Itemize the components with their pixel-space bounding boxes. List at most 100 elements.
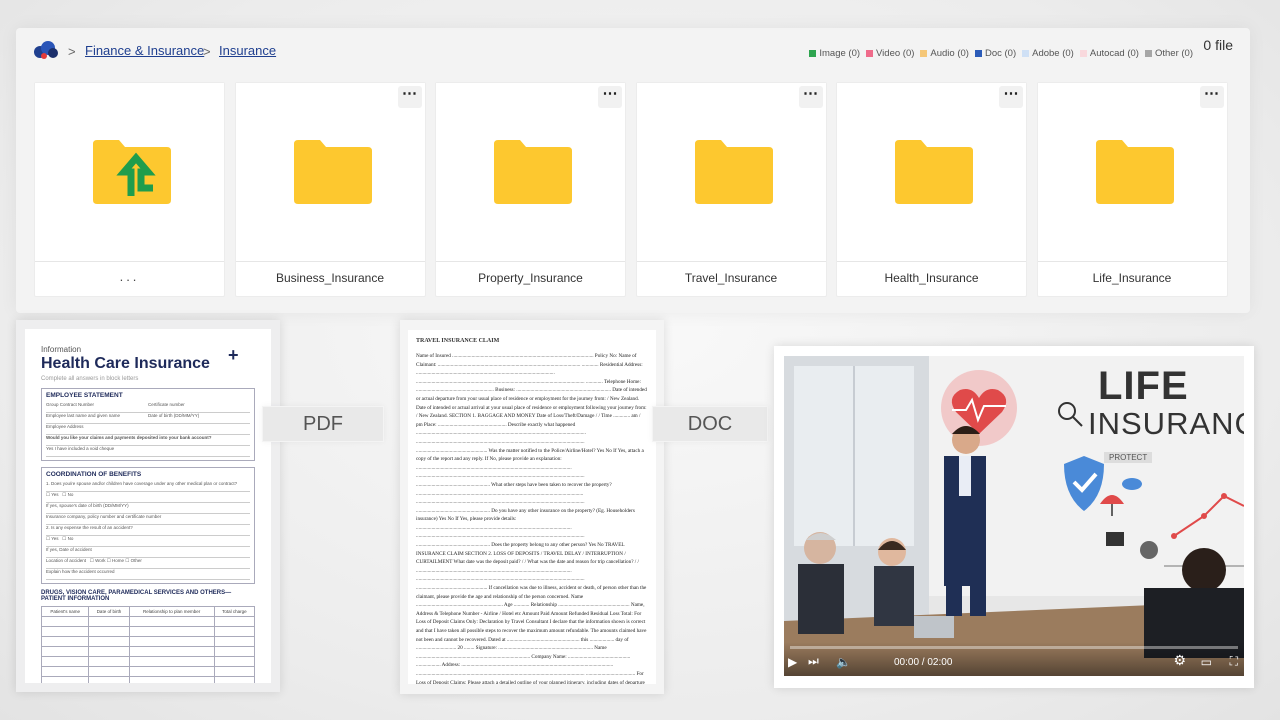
legend-item: Other (0) (1144, 48, 1193, 59)
tile-thumbnail (436, 83, 625, 261)
tile-thumbnail (636, 83, 826, 261)
legend-item: Adobe (0) (1022, 48, 1074, 59)
folder-icon (293, 140, 372, 204)
pdf-field: If yes, spouse's date of birth (DD/MM/YY… (46, 503, 250, 514)
more-options-icon[interactable]: ⋯ (999, 86, 1023, 108)
breadcrumb-insurance[interactable]: Insurance (219, 43, 276, 58)
play-icon[interactable]: ▶ (788, 655, 797, 669)
legend-swatch (809, 50, 817, 57)
pdf-field: Group Contract Number Certificate number (46, 402, 250, 413)
tile-thumbnail (35, 83, 224, 261)
doc-title: TRAVEL INSURANCE CLAIM (416, 338, 500, 344)
more-options-icon[interactable]: ⋯ (798, 86, 823, 108)
more-options-icon[interactable]: ⋯ (598, 86, 622, 108)
legend-item: Autocad (0) (1079, 48, 1139, 59)
video-controls: ▶ ⏭ 🔈 00:00 / 02:00 ⚙ ▭ ⛶ (784, 642, 1244, 676)
breadcrumb-finance-insurance[interactable]: Finance & Insurance (85, 43, 204, 58)
parent-folder-tile[interactable]: ... (34, 82, 225, 297)
pdf-employee-section: EMPLOYEE STATEMENT Group Contract Number… (41, 388, 255, 461)
pdf-field: Location of accident ☐ Work ☐ Home ☐ Oth… (46, 558, 250, 569)
video-tag-protect: PROTECT (1104, 452, 1153, 463)
pdf-option: ☐ Yes ☐ No (46, 536, 250, 547)
video-time: 00:00 / 02:00 (894, 657, 953, 668)
legend-label: Image (0) (819, 48, 861, 59)
legend-item: Audio (0) (920, 48, 969, 59)
folder-icon (494, 140, 572, 204)
folder-name: Property_Insurance (478, 271, 583, 285)
folder-tile[interactable]: ⋯ Life_Insurance (1036, 82, 1228, 297)
doc-preview-card[interactable]: TRAVEL INSURANCE CLAIM Name of Insured .… (400, 320, 664, 694)
pdf-section-heading: COORDINATION OF BENEFITS (46, 471, 142, 478)
settings-icon[interactable]: ⚙ (1173, 652, 1186, 669)
legend-item: Image (0) (809, 48, 860, 59)
video-progress-bar[interactable] (790, 646, 1238, 649)
table-header: Patient's name (40, 606, 90, 617)
volume-icon[interactable]: 🔈 (836, 655, 851, 669)
legend-swatch (866, 50, 874, 57)
pdf-field: If yes, Date of accident (46, 547, 250, 558)
tile-divider (636, 261, 826, 262)
toolbar: > Finance & Insurance > Insurance Image … (16, 28, 1250, 76)
app-logo-icon[interactable] (33, 40, 59, 60)
video-player[interactable]: LIFE INSURANCE PROTECT ▶ ⏭ 🔈 00:00 / 02:… (784, 356, 1244, 676)
folder-tile[interactable]: ⋯ Property_Insurance (435, 82, 626, 297)
pdf-option: ☐ Yes ☐ No (46, 492, 250, 503)
pdf-preview-card[interactable]: Information Health Care Insurance + Comp… (16, 320, 280, 692)
pdf-field: Explain how the accident occurred (46, 569, 250, 580)
fullscreen-icon[interactable]: ⛶ (1230, 654, 1238, 669)
breadcrumb-separator: > (203, 44, 211, 59)
pdf-patient-table: Patient's name Date of birth Relationshi… (40, 606, 256, 683)
plus-icon: + (228, 345, 239, 365)
folder-tile[interactable]: ⋯ Business_Insurance (234, 82, 426, 297)
pdf-field: Employee Address (46, 424, 250, 435)
more-options-icon[interactable]: ⋯ (1199, 86, 1224, 108)
pdf-page: Information Health Care Insurance + Comp… (25, 329, 271, 683)
legend-swatch (1079, 50, 1087, 57)
doc-type-chip: DOC (652, 406, 768, 442)
miniplayer-icon[interactable]: ▭ (1201, 655, 1212, 669)
doc-page: TRAVEL INSURANCE CLAIM Name of Insured .… (408, 330, 656, 684)
folder-name: Business_Insurance (275, 271, 385, 285)
breadcrumb-separator: > (68, 44, 76, 59)
legend-label: Adobe (0) (1032, 48, 1074, 59)
table-header: Relationship to plan member (128, 606, 215, 617)
folder-tile[interactable]: ⋯ Travel_Insurance (635, 82, 827, 297)
folder-tile[interactable]: ⋯ Health_Insurance (836, 82, 1027, 297)
pdf-question: 1. Does you/re spouse and/or children ha… (46, 481, 250, 492)
legend-label: Video (0) (876, 48, 915, 59)
folder-name: Life_Insurance (1092, 271, 1172, 285)
pdf-option: Yes I have included a void cheque (46, 446, 250, 457)
file-type-legend: Image (0) Video (0) Audio (0) Doc (0) Adobe … (809, 48, 1193, 59)
parent-folder-label: ... (119, 269, 140, 284)
legend-label: Other (0) (1154, 48, 1193, 59)
legend-swatch (1022, 50, 1030, 57)
legend-swatch (1144, 50, 1152, 57)
folder-name: Travel_Insurance (684, 271, 778, 285)
folder-icon (694, 140, 773, 204)
video-preview-card[interactable]: LIFE INSURANCE PROTECT ▶ ⏭ 🔈 00:00 / 02:… (774, 346, 1254, 688)
pdf-coordination-section: COORDINATION OF BENEFITS 1. Does you/re … (41, 467, 255, 584)
pdf-subtitle: Complete all answers in block letters (41, 376, 139, 382)
legend-label: Audio (0) (930, 48, 969, 59)
tile-thumbnail (235, 83, 425, 261)
file-count: 0 file (1203, 37, 1233, 53)
legend-swatch (920, 50, 928, 57)
tile-thumbnail (1037, 83, 1227, 261)
folder-icon (1095, 140, 1174, 204)
video-headline-insurance: INSURANCE (1088, 406, 1244, 441)
legend-item: Video (0) (866, 48, 914, 59)
table-header: Total charge (213, 606, 256, 617)
pdf-title: Health Care Insurance (41, 355, 210, 372)
tile-thumbnail (837, 83, 1026, 261)
legend-item: Doc (0) (974, 48, 1016, 59)
tile-divider (837, 261, 1026, 262)
tile-divider (436, 261, 625, 262)
more-options-icon[interactable]: ⋯ (397, 86, 422, 108)
skip-next-icon[interactable]: ⏭ (808, 654, 819, 669)
legend-swatch (974, 50, 982, 57)
tile-divider (235, 261, 425, 262)
file-manager-panel: > Finance & Insurance > Insurance Image … (16, 28, 1250, 313)
folder-icon (895, 140, 973, 204)
pdf-section-heading: DRUGS, VISION CARE, PARAMEDICAL SERVICES… (41, 590, 232, 602)
pdf-field: Employee last name and given name Date of… (46, 413, 250, 424)
